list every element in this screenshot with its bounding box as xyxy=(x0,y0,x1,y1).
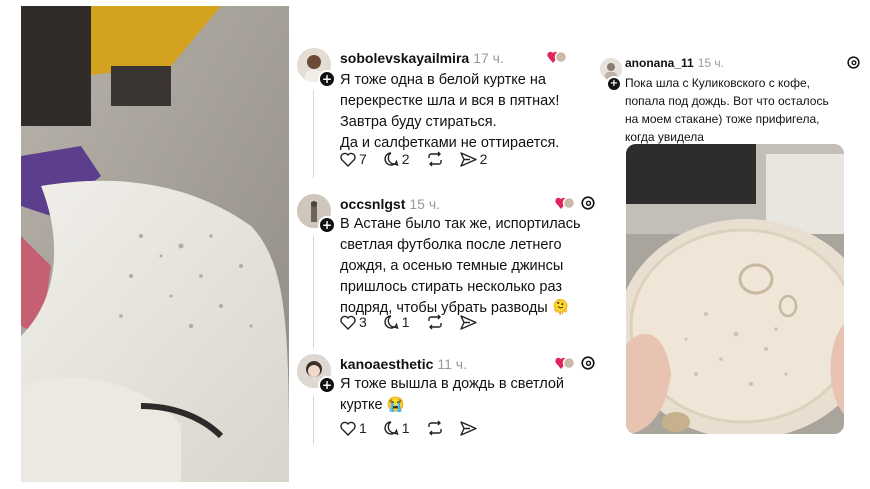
comment-icon xyxy=(384,315,399,330)
follow-plus-icon[interactable]: + xyxy=(318,376,336,394)
username[interactable]: kanoaesthetic xyxy=(340,356,433,372)
post-text-line: куртке 😭 xyxy=(340,397,405,413)
reply-button[interactable]: 1 xyxy=(383,420,410,436)
reply-count: 2 xyxy=(401,151,410,167)
like-count: 3 xyxy=(359,314,367,330)
timestamp: 15 ч. xyxy=(697,56,724,70)
jacket-photo xyxy=(21,6,289,482)
repost-icon xyxy=(427,314,442,330)
username[interactable]: occsnlgst xyxy=(340,196,405,212)
like-count: 7 xyxy=(359,151,367,167)
threads-logo-icon[interactable] xyxy=(581,196,595,215)
follow-plus-icon[interactable]: + xyxy=(606,76,622,92)
reply-count: 1 xyxy=(401,314,410,330)
post-text-line: пришлось стирать несколько раз xyxy=(340,279,562,295)
comment-icon xyxy=(384,152,399,167)
username[interactable]: sobolevskayailmira xyxy=(340,50,469,66)
like-button[interactable]: 7 xyxy=(340,151,367,167)
threads-logo-icon[interactable] xyxy=(847,56,860,74)
post-text-line: Я тоже одна в белой куртке на xyxy=(340,72,546,88)
repost-button[interactable] xyxy=(426,151,444,167)
reply-button[interactable]: 2 xyxy=(383,151,410,167)
post-text-line: Пока шла с Куликовского с кофе, xyxy=(625,76,810,90)
post-text-line: В Астане было так же, испортилась xyxy=(340,216,581,232)
timestamp: 17 ч. xyxy=(473,50,504,66)
post-text-line: на моем стакане) тоже прифигела, xyxy=(625,112,820,126)
username[interactable]: anonana_11 xyxy=(625,56,694,70)
post-text-line: перекрестке шла и вся в пятнах! xyxy=(340,93,560,109)
liked-by-avatar-icon xyxy=(555,196,576,215)
share-count: 2 xyxy=(479,151,488,167)
send-icon xyxy=(459,151,477,167)
repost-button[interactable] xyxy=(426,420,444,436)
coffee-lid-photo[interactable] xyxy=(626,144,844,434)
send-icon xyxy=(459,314,477,330)
liked-by-avatar-icon xyxy=(547,50,568,69)
like-button[interactable]: 3 xyxy=(340,314,367,330)
thread-post: + occsnlgst 15 ч. В Астане было так же, и… xyxy=(295,194,595,348)
heart-icon xyxy=(340,421,356,436)
reply-button[interactable]: 1 xyxy=(383,314,410,330)
post-text-line: Я тоже вышла в дождь в светлой xyxy=(340,376,565,392)
post-text-line: светлая футболка после летнего xyxy=(340,237,562,253)
thread-line xyxy=(313,236,314,348)
like-count: 1 xyxy=(359,420,367,436)
reply-count: 1 xyxy=(401,420,410,436)
share-button[interactable] xyxy=(459,420,477,436)
follow-plus-icon[interactable]: + xyxy=(318,70,336,88)
heart-icon xyxy=(340,152,356,167)
post-text-line: дождя, а осенью темные джинсы xyxy=(340,258,564,274)
repost-icon xyxy=(427,420,442,436)
repost-button[interactable] xyxy=(426,314,444,330)
follow-plus-icon[interactable]: + xyxy=(318,216,336,234)
threads-logo-icon[interactable] xyxy=(581,356,595,375)
timestamp: 11 ч. xyxy=(437,356,467,372)
post-text-line: попала под дождь. Вот что осталось xyxy=(625,94,829,108)
thread-post: + kanoaesthetic 11 ч. Я тоже вышла в дожд… xyxy=(295,354,595,444)
thread-post: + sobolevskayailmira 17 ч. Я тоже одна в … xyxy=(295,48,595,178)
share-button[interactable] xyxy=(459,314,477,330)
repost-icon xyxy=(427,151,442,167)
share-button[interactable]: 2 xyxy=(459,151,488,167)
post-text-line: Завтра буду стираться. xyxy=(340,114,497,130)
timestamp: 15 ч. xyxy=(409,196,441,212)
thread-line xyxy=(313,90,314,178)
heart-icon xyxy=(340,315,356,330)
comment-icon xyxy=(384,421,399,436)
send-icon xyxy=(459,420,477,436)
thread-line xyxy=(313,396,314,444)
liked-by-avatar-icon xyxy=(555,356,576,375)
like-button[interactable]: 1 xyxy=(340,420,367,436)
